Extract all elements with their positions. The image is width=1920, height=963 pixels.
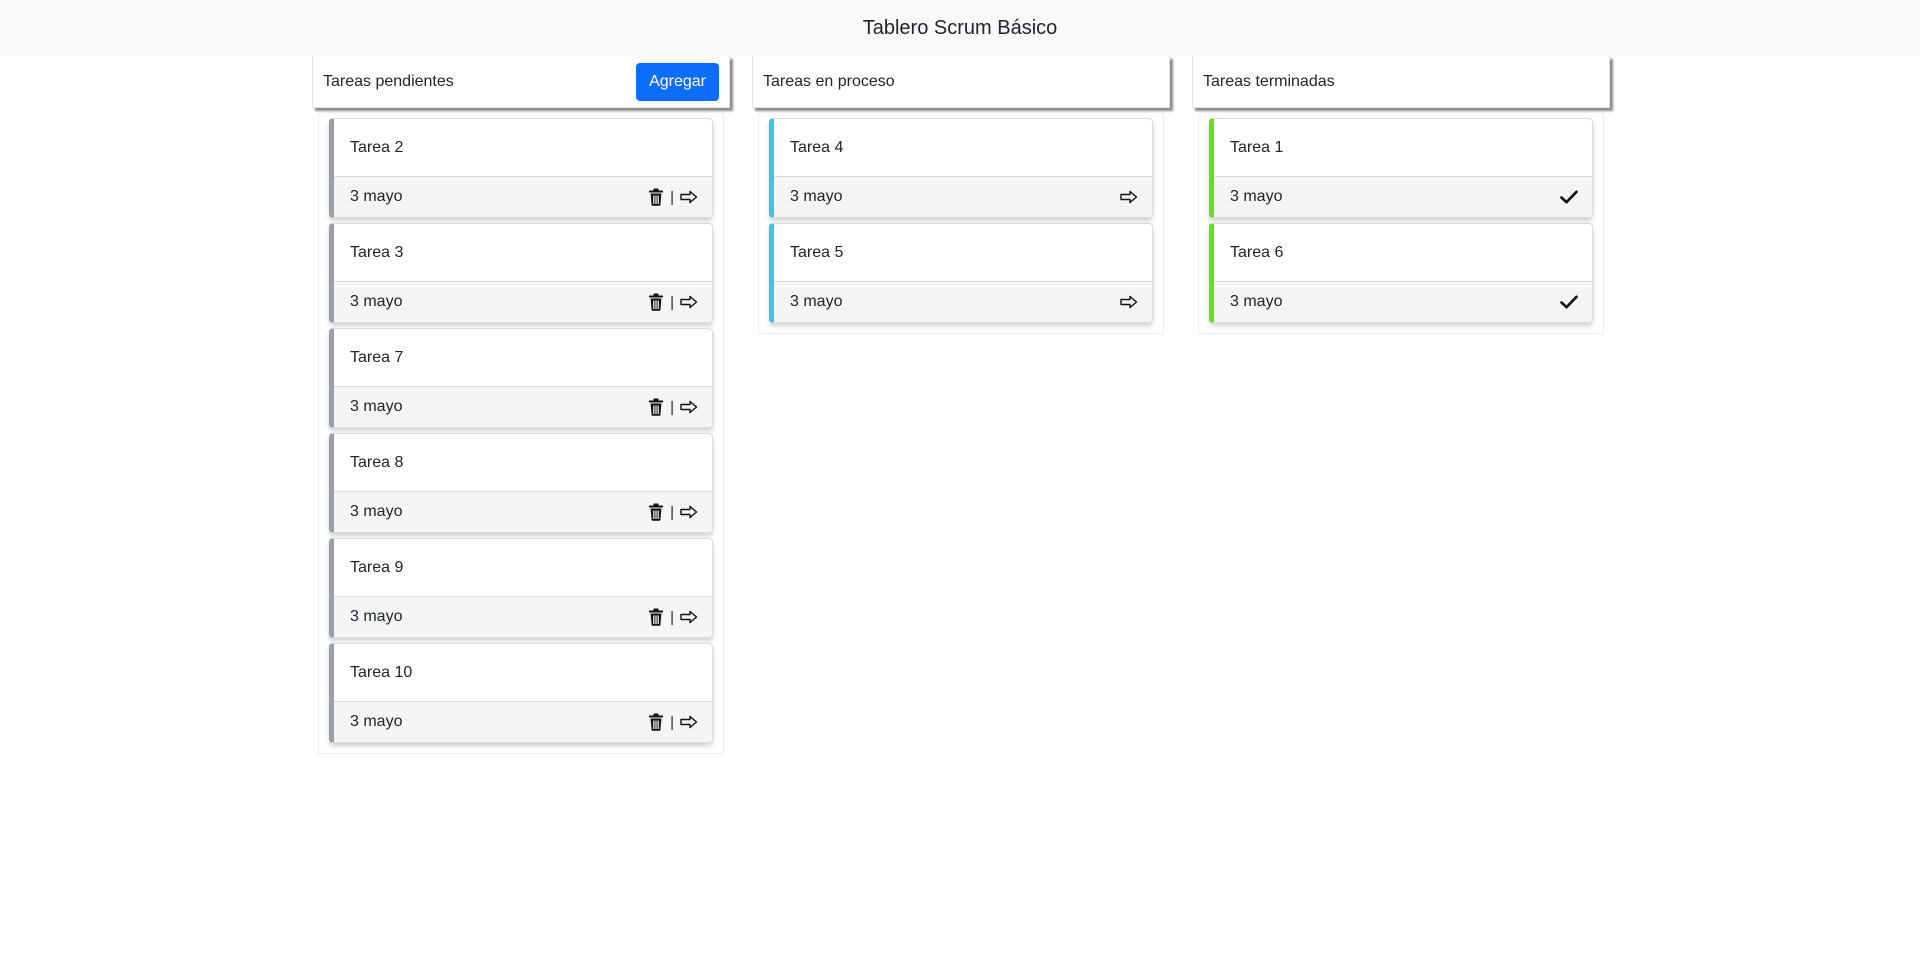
task-date: 3 mayo [350,503,403,520]
task-name: Tarea 10 [350,663,413,681]
trash-icon[interactable] [648,398,664,416]
task-date: 3 mayo [1230,188,1283,205]
page-title: Tablero Scrum Básico [862,16,1058,39]
column-pending: Tareas pendientes Agregar Tarea 2 3 mayo… [312,56,730,754]
action-separator: | [670,398,674,416]
action-separator: | [670,503,674,521]
trash-icon[interactable] [648,608,664,626]
task-list: Tarea 4 3 mayo Tarea 5 3 mayo [758,112,1164,334]
action-separator: | [670,608,674,626]
arrow-right-icon[interactable] [680,505,698,519]
arrow-right-icon[interactable] [680,295,698,309]
task-card: Tarea 3 3 mayo | [329,223,713,323]
task-date: 3 mayo [790,293,843,310]
task-card: Tarea 7 3 mayo | [329,328,713,428]
task-card: Tarea 5 3 mayo [769,223,1153,323]
task-name: Tarea 4 [790,138,844,156]
task-date: 3 mayo [350,188,403,205]
action-separator: | [670,188,674,206]
task-name: Tarea 5 [790,243,844,261]
check-icon [1560,190,1578,204]
task-card: Tarea 9 3 mayo | [329,538,713,638]
arrow-right-icon[interactable] [680,190,698,204]
task-date: 3 mayo [350,713,403,730]
trash-icon[interactable] [648,713,664,731]
task-list: Tarea 1 3 mayo Tarea 6 3 mayo [1198,112,1604,334]
task-name: Tarea 6 [1230,243,1284,261]
arrow-right-icon[interactable] [680,400,698,414]
task-card: Tarea 6 3 mayo [1209,223,1593,323]
arrow-right-icon[interactable] [680,610,698,624]
task-date: 3 mayo [350,608,403,625]
column-title: Tareas pendientes [323,72,454,90]
arrow-right-icon[interactable] [680,715,698,729]
task-name: Tarea 1 [1230,138,1284,156]
task-date: 3 mayo [350,293,403,310]
column-header: Tareas pendientes Agregar [312,56,730,108]
check-icon [1560,295,1578,309]
trash-icon[interactable] [648,503,664,521]
task-name: Tarea 2 [350,138,404,156]
task-card: Tarea 4 3 mayo [769,118,1153,218]
trash-icon[interactable] [648,188,664,206]
column-done: Tareas terminadas Tarea 1 3 mayo Tarea 6… [1192,56,1610,334]
task-card: Tarea 8 3 mayo | [329,433,713,533]
top-bar: Tablero Scrum Básico [0,0,1920,56]
add-task-button[interactable]: Agregar [636,62,719,101]
task-list: Tarea 2 3 mayo | Tarea 3 3 mayo | Tarea … [318,112,724,754]
task-card: Tarea 10 3 mayo | [329,643,713,743]
task-card: Tarea 1 3 mayo [1209,118,1593,218]
task-date: 3 mayo [790,188,843,205]
task-name: Tarea 3 [350,243,404,261]
task-date: 3 mayo [350,398,403,415]
trash-icon[interactable] [648,293,664,311]
column-title: Tareas terminadas [1203,72,1335,90]
column-in-progress: Tareas en proceso Tarea 4 3 mayo Tarea 5… [752,56,1170,334]
task-name: Tarea 7 [350,348,404,366]
arrow-right-icon[interactable] [1120,295,1138,309]
arrow-right-icon[interactable] [1120,190,1138,204]
column-header: Tareas terminadas [1192,56,1610,108]
action-separator: | [670,713,674,731]
task-name: Tarea 9 [350,558,404,576]
task-date: 3 mayo [1230,293,1283,310]
action-separator: | [670,293,674,311]
task-name: Tarea 8 [350,453,404,471]
task-card: Tarea 2 3 mayo | [329,118,713,218]
column-header: Tareas en proceso [752,56,1170,108]
column-title: Tareas en proceso [763,72,895,90]
